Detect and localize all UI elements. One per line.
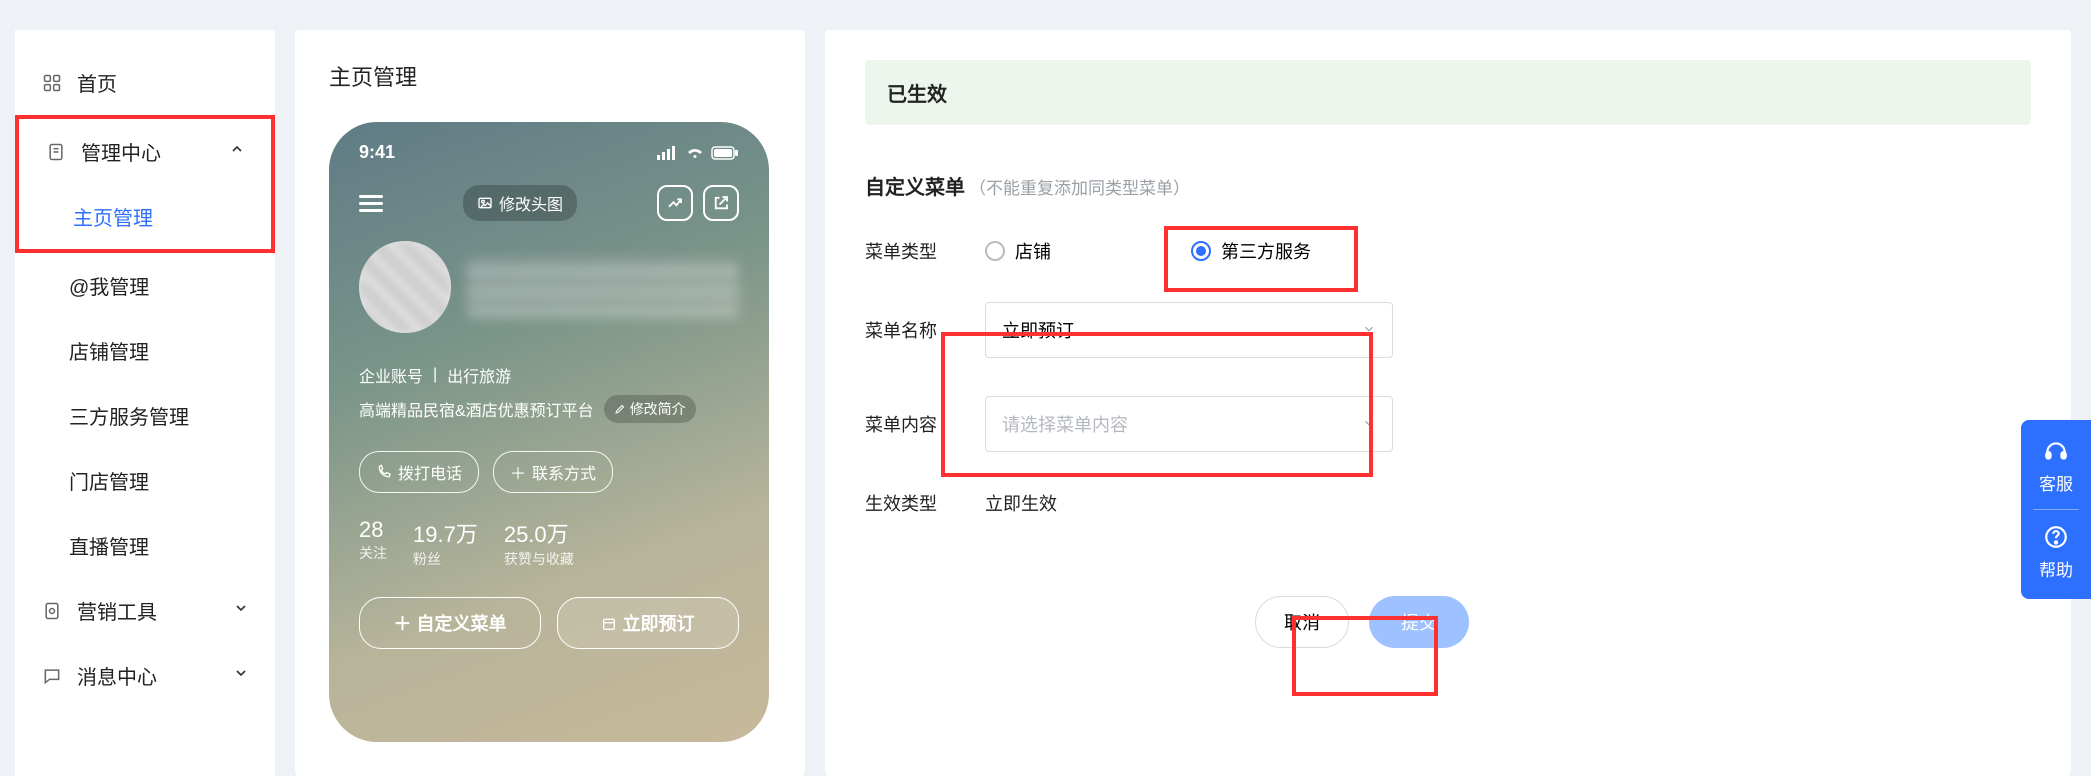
- blurred-username: [467, 257, 739, 317]
- stat-follow[interactable]: 28关注: [359, 517, 387, 569]
- change-cover-button[interactable]: 修改头图: [463, 185, 577, 221]
- headset-icon: [2043, 438, 2069, 464]
- edit-intro-label: 修改简介: [630, 399, 686, 419]
- chevron-down-icon: [233, 599, 249, 622]
- menu-type-label: 菜单类型: [865, 238, 985, 264]
- chevron-down-icon: [1362, 414, 1376, 435]
- effect-type-value: 立即生效: [985, 490, 1057, 516]
- sidebar-item-msg-center[interactable]: 消息中心: [15, 643, 275, 708]
- avatar: [359, 241, 451, 333]
- annotation-sidebar-highlight: 管理中心 主页管理: [15, 115, 275, 253]
- account-type: 企业账号: [359, 363, 423, 387]
- menu-name-label: 菜单名称: [865, 317, 985, 343]
- cancel-button[interactable]: 取消: [1255, 596, 1349, 648]
- sidebar-item-shop[interactable]: 店铺管理: [15, 318, 275, 383]
- radio-third-party[interactable]: 第三方服务: [1191, 238, 1311, 264]
- calendar-icon: [601, 616, 617, 632]
- sidebar-item-home-mgmt[interactable]: 主页管理: [19, 184, 271, 249]
- sidebar-item-marketing[interactable]: 营销工具: [15, 578, 275, 643]
- plus-icon: ＋: [510, 460, 526, 484]
- section-hint: （不能重复添加同类型菜单）: [969, 179, 1190, 198]
- account-category: 出行旅游: [447, 363, 511, 387]
- contact-label: 联系方式: [532, 460, 596, 484]
- contact-button[interactable]: ＋ 联系方式: [493, 451, 613, 493]
- chevron-down-icon: [1362, 320, 1376, 341]
- sidebar: 首页 管理中心 主页管理 @我管理 店铺管理 三方服务管理 门店管理 直播管理 …: [15, 30, 275, 776]
- change-cover-label: 修改头图: [499, 191, 563, 215]
- wifi-icon: [685, 146, 705, 160]
- stat-fans[interactable]: 19.7万粉丝: [413, 517, 478, 569]
- grid-icon: [41, 72, 63, 94]
- chat-icon: [41, 665, 63, 687]
- sidebar-item-store[interactable]: 门店管理: [15, 448, 275, 513]
- phone-preview: 9:41 修改头图 企业账号 |: [329, 122, 769, 742]
- sidebar-item-label: 门店管理: [69, 466, 149, 495]
- sidebar-item-label: 首页: [77, 68, 117, 97]
- menu-content-select[interactable]: 请选择菜单内容: [985, 396, 1393, 452]
- sidebar-item-mgmt-center[interactable]: 管理中心: [19, 119, 271, 184]
- sidebar-item-label: 营销工具: [77, 596, 157, 625]
- select-value: 立即预订: [1002, 317, 1074, 343]
- sidebar-item-at-me[interactable]: @我管理: [15, 253, 275, 318]
- effect-type-label: 生效类型: [865, 490, 985, 516]
- book-now-button[interactable]: 立即预订: [557, 597, 739, 649]
- menu-content-label: 菜单内容: [865, 411, 985, 437]
- sidebar-item-label: @我管理: [69, 271, 149, 300]
- status-banner: 已生效: [865, 60, 2031, 125]
- tool-icon: [41, 600, 63, 622]
- pencil-icon: [614, 403, 626, 415]
- sidebar-item-label: 三方服务管理: [69, 401, 189, 430]
- sidebar-item-live[interactable]: 直播管理: [15, 513, 275, 578]
- sidebar-item-label: 管理中心: [81, 137, 161, 166]
- share-icon[interactable]: [703, 185, 739, 221]
- signal-icon: [657, 146, 679, 160]
- submit-button[interactable]: 提交: [1369, 596, 1469, 648]
- chevron-down-icon: [233, 664, 249, 687]
- radio-label: 第三方服务: [1221, 238, 1311, 264]
- help-floater[interactable]: 客服 帮助: [2021, 420, 2091, 599]
- page-title: 主页管理: [329, 60, 771, 92]
- document-icon: [45, 141, 67, 163]
- sidebar-item-label: 直播管理: [69, 531, 149, 560]
- sidebar-item-third[interactable]: 三方服务管理: [15, 383, 275, 448]
- kefu-label: 客服: [2021, 470, 2091, 495]
- section-title: 自定义菜单: [865, 177, 965, 199]
- account-slogan: 高端精品民宿&酒店优惠预订平台: [359, 397, 594, 421]
- radio-icon: [1191, 241, 1211, 261]
- trend-icon[interactable]: [657, 185, 693, 221]
- radio-icon: [985, 241, 1005, 261]
- radio-label: 店铺: [1015, 238, 1051, 264]
- sidebar-item-label: 消息中心: [77, 661, 157, 690]
- phone-status-icons: [657, 142, 739, 163]
- sidebar-item-label: 主页管理: [73, 202, 153, 231]
- preview-column: 主页管理 9:41 修改头图 企: [295, 30, 805, 776]
- call-button[interactable]: 拨打电话: [359, 451, 479, 493]
- chevron-up-icon: [229, 140, 245, 163]
- call-label: 拨打电话: [398, 460, 462, 484]
- select-placeholder: 请选择菜单内容: [1002, 411, 1128, 437]
- custom-menu-button[interactable]: ＋ 自定义菜单: [359, 597, 541, 649]
- phone-time: 9:41: [359, 142, 395, 163]
- phone-icon: [376, 464, 392, 480]
- radio-shop[interactable]: 店铺: [985, 238, 1051, 264]
- help-icon: [2043, 524, 2069, 550]
- battery-icon: [711, 146, 739, 160]
- form-column: 已生效 自定义菜单（不能重复添加同类型菜单） 菜单类型 店铺 第三方服务 菜单名…: [825, 30, 2071, 776]
- edit-intro-button[interactable]: 修改简介: [604, 395, 696, 423]
- image-icon: [477, 195, 493, 211]
- sidebar-item-label: 店铺管理: [69, 336, 149, 365]
- hamburger-icon[interactable]: [359, 191, 383, 216]
- stat-likes[interactable]: 25.0万获赞与收藏: [504, 517, 574, 569]
- help-label: 帮助: [2021, 556, 2091, 581]
- menu-name-select[interactable]: 立即预订: [985, 302, 1393, 358]
- sidebar-item-home[interactable]: 首页: [15, 50, 275, 115]
